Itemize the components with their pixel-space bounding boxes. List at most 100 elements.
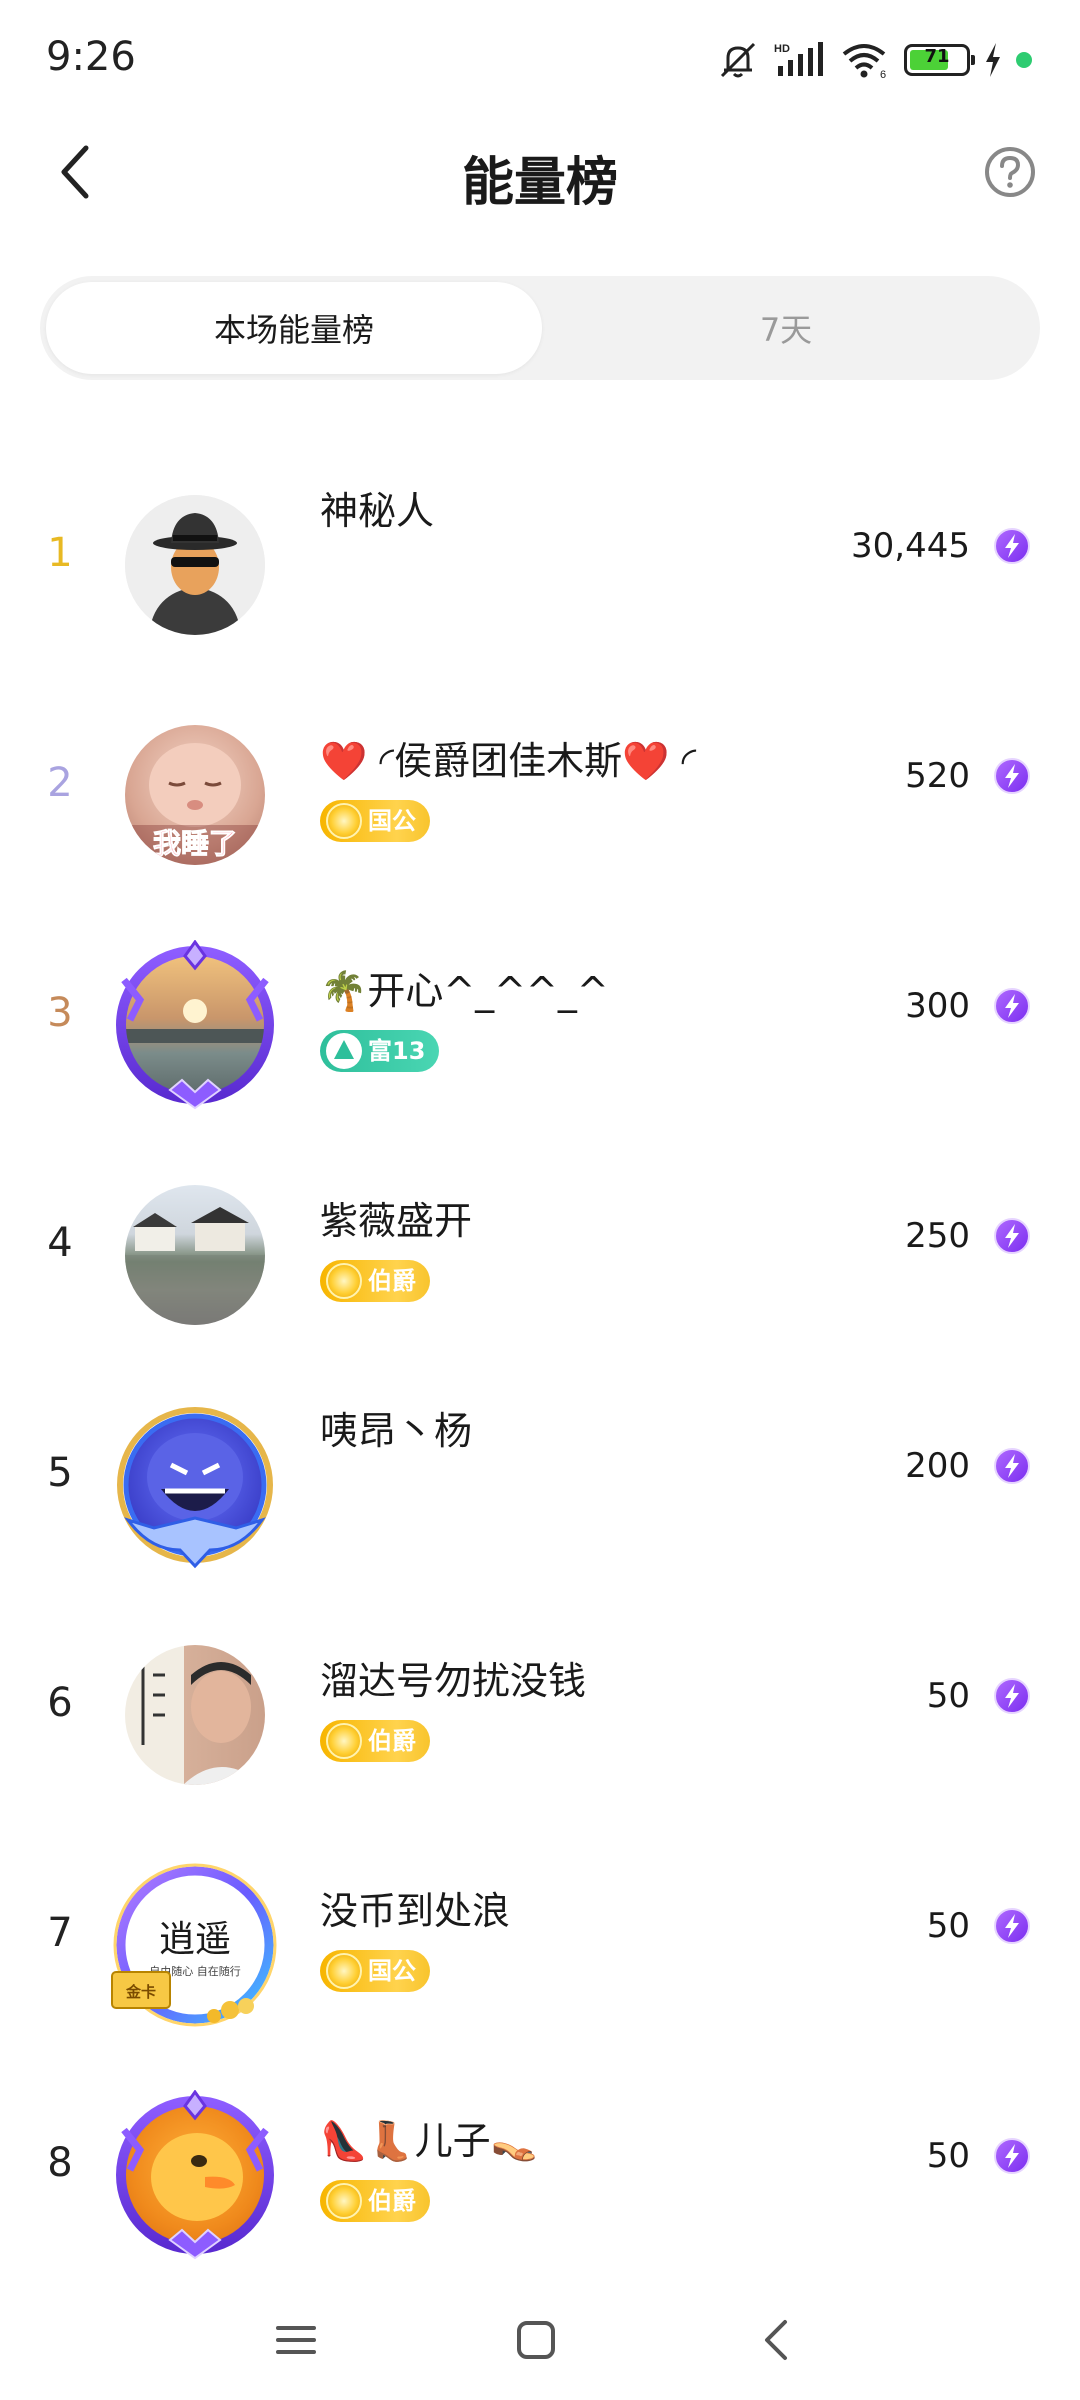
energy-score: 200 xyxy=(905,1446,970,1486)
rank-number: 7 xyxy=(47,1910,73,1956)
battery-level: 71 xyxy=(924,46,950,67)
status-icons: HD 6 71 xyxy=(716,38,1032,82)
ranking-row[interactable]: 2 我睡了 ❤️ ◜侯爵团佳木斯❤️ ◜ 国公 520 xyxy=(0,670,1080,900)
ranking-tabs: 本场能量榜 7天 xyxy=(40,276,1040,380)
mystery-person-avatar-icon xyxy=(125,495,265,635)
energy-lightning-icon xyxy=(994,528,1030,564)
nav-back-button[interactable] xyxy=(746,2310,806,2370)
user-name: 👠👢儿子👡 xyxy=(320,2119,538,2163)
noble-medal-icon xyxy=(326,2183,362,2219)
noble-badge: 国公 xyxy=(320,800,430,842)
wifi-icon: 6 xyxy=(842,44,886,80)
avatar[interactable] xyxy=(110,480,280,650)
noble-badge: 伯爵 xyxy=(320,1260,430,1302)
energy-lightning-icon xyxy=(994,1678,1030,1714)
mute-icon xyxy=(720,42,756,78)
rank-number: 3 xyxy=(47,990,73,1036)
user-name: ❤️ ◜侯爵团佳木斯❤️ ◜ xyxy=(320,739,697,783)
svg-text:6: 6 xyxy=(880,69,886,80)
dot-icon xyxy=(1016,52,1032,68)
purple-crown-frame-icon xyxy=(116,940,274,1110)
gold-card-frame-icon: 金卡 xyxy=(111,1863,277,2027)
noble-medal-icon xyxy=(326,803,362,839)
system-nav-bar xyxy=(0,2280,1080,2400)
ranking-row[interactable]: 7 逍遥 自由随心 自在随行 金卡 没币到处浪 国公 50 xyxy=(0,1820,1080,2050)
rank-number: 8 xyxy=(47,2140,73,2186)
help-button[interactable] xyxy=(980,142,1040,202)
badge-label: 富13 xyxy=(368,1037,426,1065)
user-name: 🌴开心^_^^_^ xyxy=(320,969,609,1013)
avatar[interactable] xyxy=(110,2090,280,2260)
noble-medal-icon xyxy=(326,1263,362,1299)
energy-lightning-icon xyxy=(994,1218,1030,1254)
menu-icon xyxy=(276,2326,316,2354)
hd-signal-icon: HD xyxy=(774,42,823,76)
page-title: 能量榜 xyxy=(461,153,618,213)
gold-card-label: 金卡 xyxy=(125,1983,156,2001)
rank-number: 4 xyxy=(47,1220,73,1266)
avatar-caption: 我睡了 xyxy=(153,827,237,860)
user-name: 咦昂丶杨 xyxy=(320,1409,473,1453)
tab-7-days[interactable]: 7天 xyxy=(538,282,1034,374)
avatar[interactable] xyxy=(110,940,280,1110)
energy-lightning-icon xyxy=(994,2138,1030,2174)
badge-label: 伯爵 xyxy=(368,2187,416,2215)
avatar[interactable]: 我睡了 xyxy=(110,710,280,880)
tab-current-session[interactable]: 本场能量榜 xyxy=(46,282,542,374)
ranking-row[interactable]: 5 咦昂丶杨 200 xyxy=(0,1360,1080,1590)
energy-lightning-icon xyxy=(994,1908,1030,1944)
energy-lightning-icon xyxy=(994,1448,1030,1484)
battery-icon: 71 xyxy=(904,44,975,76)
wealth-level-icon xyxy=(326,1033,362,1069)
noble-medal-icon xyxy=(326,1953,362,1989)
rank-number: 5 xyxy=(47,1450,73,1496)
user-name: 神秘人 xyxy=(320,489,435,533)
charging-icon xyxy=(986,43,1000,77)
avatar[interactable] xyxy=(110,1170,280,1340)
energy-score: 300 xyxy=(905,986,970,1026)
avatar[interactable]: 逍遥 自由随心 自在随行 金卡 xyxy=(110,1860,280,2030)
man-portrait-avatar-icon xyxy=(141,1662,263,1785)
energy-score: 250 xyxy=(905,1216,970,1256)
purple-crown-frame-icon xyxy=(116,2090,274,2260)
energy-score: 50 xyxy=(926,1676,970,1716)
avatar[interactable] xyxy=(110,1400,280,1570)
badge-label: 国公 xyxy=(368,1957,416,1985)
back-chevron-icon xyxy=(765,2320,787,2360)
ranking-row[interactable]: 4 紫薇盛开 伯爵 250 xyxy=(0,1130,1080,1360)
badge-label: 伯爵 xyxy=(368,1267,416,1295)
noble-badge: 国公 xyxy=(320,1950,430,1992)
user-name: 紫薇盛开 xyxy=(320,1199,473,1243)
avatar[interactable] xyxy=(110,1630,280,1800)
energy-score: 50 xyxy=(926,2136,970,2176)
wealth-badge: 富13 xyxy=(320,1030,440,1072)
help-circle-icon xyxy=(985,147,1035,197)
energy-score: 50 xyxy=(926,1906,970,1946)
noble-badge: 伯爵 xyxy=(320,1720,430,1762)
ranking-row[interactable]: 6 溜达号勿扰没钱 伯爵 50 xyxy=(0,1590,1080,1820)
energy-score: 30,445 xyxy=(851,526,970,566)
user-name: 溜达号勿扰没钱 xyxy=(320,1659,587,1703)
blue-gold-frame-icon xyxy=(117,1407,273,1569)
energy-score: 520 xyxy=(905,756,970,796)
noble-badge: 伯爵 xyxy=(320,2180,430,2222)
sleeping-baby-avatar-icon: 我睡了 xyxy=(125,743,265,865)
status-bar: 9:26 HD 6 71 xyxy=(0,0,1080,120)
menu-button[interactable] xyxy=(266,2310,326,2370)
rank-number: 1 xyxy=(47,530,73,576)
rank-number: 6 xyxy=(47,1680,73,1726)
status-time: 9:26 xyxy=(46,34,136,80)
home-square-icon xyxy=(517,2321,555,2359)
ranking-row[interactable]: 3 🌴开心^_^^_^ 富13 300 xyxy=(0,900,1080,1130)
ranking-row[interactable]: 8 👠👢儿子👡 伯爵 50 xyxy=(0,2050,1080,2280)
home-button[interactable] xyxy=(506,2310,566,2370)
badge-label: 国公 xyxy=(368,807,416,835)
ranking-row[interactable]: 1 神秘人 30,445 xyxy=(0,440,1080,670)
user-name: 没币到处浪 xyxy=(320,1889,511,1933)
badge-label: 伯爵 xyxy=(368,1727,416,1755)
svg-text:HD: HD xyxy=(774,43,790,55)
noble-medal-icon xyxy=(326,1723,362,1759)
rank-number: 2 xyxy=(47,760,73,806)
energy-lightning-icon xyxy=(994,988,1030,1024)
energy-lightning-icon xyxy=(994,758,1030,794)
